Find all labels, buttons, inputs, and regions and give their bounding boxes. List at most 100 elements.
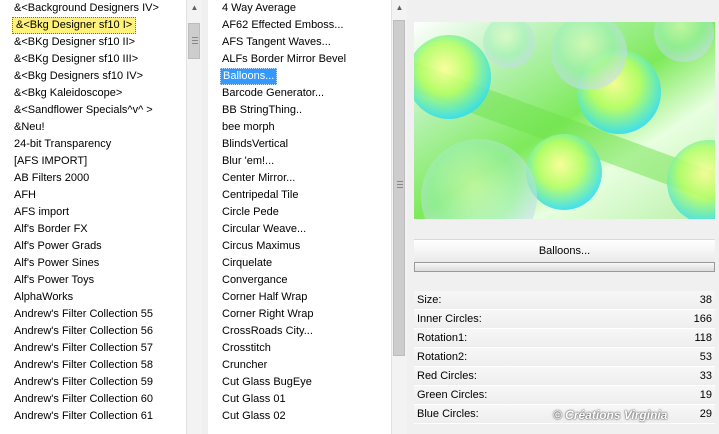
filter-item[interactable]: Blur 'em!... [208,153,348,170]
category-item[interactable]: Andrew's Filter Collection 59 [0,374,161,391]
filter-item[interactable]: Corner Half Wrap [208,289,348,306]
parameter-list: Size: 38 Inner Circles: 166 Rotation1: 118 Rot… [414,291,715,424]
category-item[interactable]: &<Bkg Kaleidoscope> [0,85,161,102]
parameter-row[interactable]: Size: 38 [414,291,715,310]
parameter-label: Rotation2: [417,351,468,363]
filter-item[interactable]: Cirquelate [208,255,348,272]
filter-item-label: Circus Maximus [222,240,301,252]
category-item-label: Alf's Power Sines [14,257,100,269]
filter-list[interactable]: 4 Way Average AF62 Effected Emboss... AFS … [208,0,348,425]
parameter-row[interactable]: Inner Circles: 166 [414,310,715,329]
parameter-label: Red Circles: [417,370,477,382]
filter-item[interactable]: Cruncher [208,357,348,374]
category-item-label: Andrew's Filter Collection 61 [14,410,154,422]
filter-item-label: Cirquelate [222,257,273,269]
category-item-label: &<BKg Designer sf10 II> [14,36,136,48]
filter-item[interactable]: 4 Way Average [208,0,348,17]
category-item-label: Andrew's Filter Collection 55 [14,308,154,320]
filter-item[interactable]: CrossRoads City... [208,323,348,340]
category-scrollbar-thumb[interactable] [188,23,200,59]
category-item[interactable]: Andrew's Filter Collection 61 [0,408,161,425]
filter-item[interactable]: BB StringThing.. [208,102,348,119]
filter-item-label: AFS Tangent Waves... [222,36,331,48]
category-list[interactable]: &<Background Designers IV> &<Bkg Designer… [0,0,161,425]
category-scrollbar[interactable]: ▲ [186,0,202,434]
filter-item-label: BlindsVertical [222,138,289,150]
category-item[interactable]: Andrew's Filter Collection 55 [0,306,161,323]
chevron-up-icon[interactable]: ▲ [187,0,202,15]
filter-item[interactable]: Cut Glass BugEye [208,374,348,391]
category-item[interactable]: Andrew's Filter Collection 56 [0,323,161,340]
category-item-label: &Neu! [14,121,45,133]
filter-item[interactable]: Circus Maximus [208,238,348,255]
filter-scrollbar-thumb[interactable] [393,20,405,356]
category-item[interactable]: AFH [0,187,161,204]
category-item[interactable]: &<BKg Designer sf10 III> [0,51,161,68]
category-item[interactable]: Alf's Border FX [0,221,161,238]
chevron-up-icon[interactable]: ▲ [392,0,407,15]
category-item-label: Alf's Border FX [14,223,88,235]
category-item[interactable]: AB Filters 2000 [0,170,161,187]
filter-item[interactable]: Convergance [208,272,348,289]
category-item-label: Andrew's Filter Collection 57 [14,342,154,354]
filter-scrollbar[interactable]: ▲ [391,0,407,434]
parameter-value: 53 [699,351,712,363]
filter-item[interactable]: Barcode Generator... [208,85,348,102]
category-item[interactable]: 24-bit Transparency [0,136,161,153]
category-item[interactable]: &<BKg Designer sf10 II> [0,34,161,51]
filter-item-label: Corner Half Wrap [222,291,308,303]
category-item[interactable]: &<Background Designers IV> [0,0,161,17]
parameter-label: Blue Circles: [417,408,479,420]
parameter-value: 38 [699,294,712,306]
filter-item-label: AF62 Effected Emboss... [222,19,344,31]
category-item[interactable]: AlphaWorks [0,289,161,306]
filter-item-label: CrossRoads City... [222,325,313,337]
filter-item[interactable]: Cut Glass 02 [208,408,348,425]
category-item-label: Andrew's Filter Collection 58 [14,359,154,371]
filter-item[interactable]: Cut Glass 01 [208,391,348,408]
filter-item[interactable]: Circle Pede [208,204,348,221]
filter-item-label: Circle Pede [222,206,279,218]
category-item[interactable]: Alf's Power Grads [0,238,161,255]
category-item[interactable]: &<Bkg Designers sf10 IV> [0,68,161,85]
category-item[interactable]: Andrew's Filter Collection 58 [0,357,161,374]
parameter-row[interactable]: Rotation2: 53 [414,348,715,367]
category-item[interactable]: &Neu! [0,119,161,136]
parameter-row[interactable]: Green Circles: 19 [414,386,715,405]
filter-item[interactable]: bee morph [208,119,348,136]
filter-item[interactable]: Centripedal Tile [208,187,348,204]
category-item-label: Andrew's Filter Collection 59 [14,376,154,388]
category-item[interactable]: AFS import [0,204,161,221]
filter-item[interactable]: Balloons... [208,68,348,85]
filter-item[interactable]: BlindsVertical [208,136,348,153]
category-item[interactable]: [AFS IMPORT] [0,153,161,170]
category-item-label: [AFS IMPORT] [14,155,88,167]
filter-item[interactable]: Center Mirror... [208,170,348,187]
category-item[interactable]: Alf's Power Toys [0,272,161,289]
filter-item[interactable]: AFS Tangent Waves... [208,34,348,51]
filter-item[interactable]: ALFs Border Mirror Bevel [208,51,348,68]
category-item-label: Andrew's Filter Collection 60 [14,393,154,405]
filter-list-panel[interactable]: 4 Way Average AF62 Effected Emboss... AFS … [208,0,407,434]
category-item[interactable]: &<Sandflower Specials^v^ > [0,102,161,119]
filter-item[interactable]: Corner Right Wrap [208,306,348,323]
filter-item[interactable]: AF62 Effected Emboss... [208,17,348,34]
watermark: © Créations Virginia [553,408,668,422]
category-item-label: &<Bkg Designers sf10 IV> [14,70,144,82]
category-item-label: AB Filters 2000 [14,172,90,184]
filter-item[interactable]: Circular Weave... [208,221,348,238]
parameter-row[interactable]: Rotation1: 118 [414,329,715,348]
filter-item[interactable]: Crosstitch [208,340,348,357]
category-item[interactable]: Andrew's Filter Collection 57 [0,340,161,357]
category-list-panel[interactable]: &<Background Designers IV> &<Bkg Designer… [0,0,202,434]
category-item[interactable]: &<Bkg Designer sf10 I> [0,17,161,34]
filter-item-label: Cut Glass 02 [222,410,286,422]
filter-item-label: bee morph [222,121,275,133]
parameter-label: Rotation1: [417,332,468,344]
filter-item-label: Cut Glass BugEye [222,376,312,388]
parameter-row[interactable]: Red Circles: 33 [414,367,715,386]
parameter-value: 29 [699,408,712,420]
category-item[interactable]: Andrew's Filter Collection 60 [0,391,161,408]
category-item[interactable]: Alf's Power Sines [0,255,161,272]
selected-filter-title: Balloons... [414,239,715,263]
